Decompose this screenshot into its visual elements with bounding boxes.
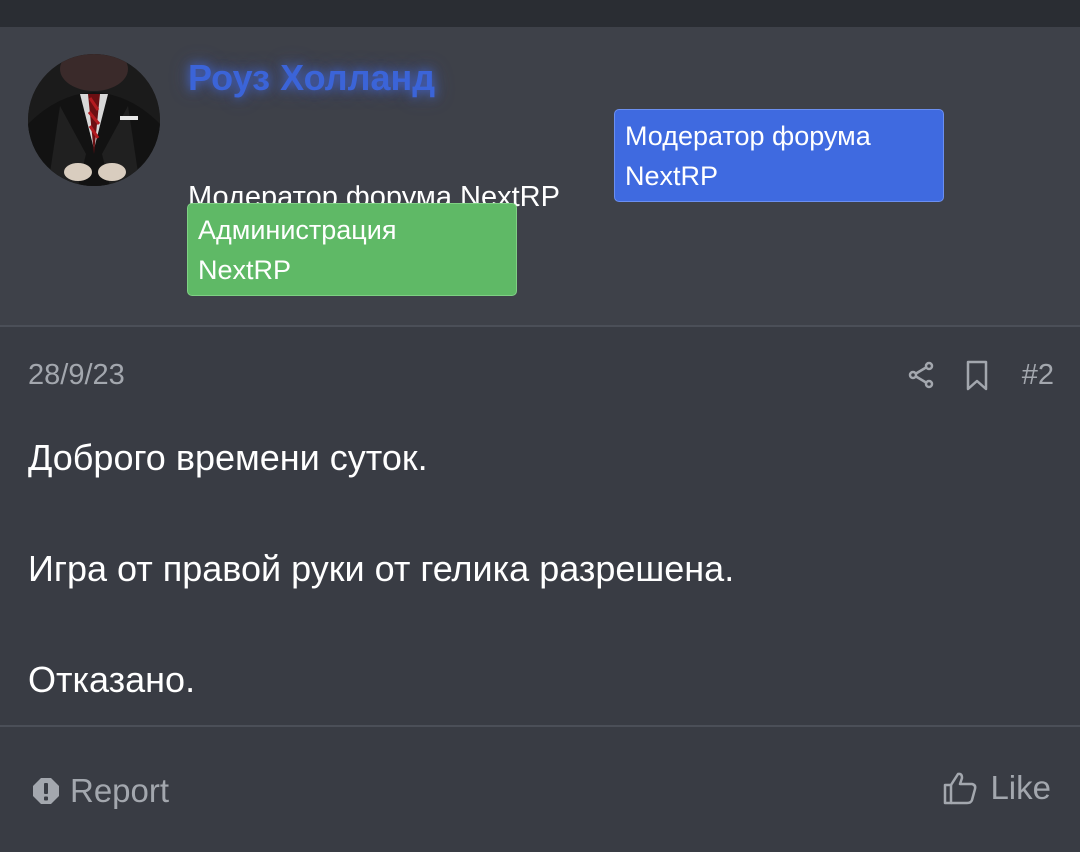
footer-divider — [0, 725, 1080, 727]
post-paragraph: Отказано. — [28, 659, 196, 700]
bookmark-icon[interactable] — [960, 358, 994, 392]
report-label: Report — [70, 772, 170, 809]
post-paragraph: Игра от правой руки от гелика разрешена. — [28, 548, 735, 589]
report-icon — [33, 778, 59, 804]
author-name[interactable]: Роуз Холланд — [188, 57, 435, 99]
avatar[interactable] — [28, 54, 160, 186]
share-icon[interactable] — [904, 358, 938, 392]
post-date[interactable]: 28/9/23 — [28, 359, 125, 392]
banner-label-line2: NextRP — [198, 255, 292, 285]
top-bar — [0, 0, 1080, 27]
post-number[interactable]: #2 — [1022, 359, 1054, 392]
report-button[interactable]: Report — [32, 772, 169, 810]
like-label: Like — [990, 769, 1051, 806]
forum-post: Роуз Холланд Модератор форума NextRP Мод… — [0, 27, 1080, 852]
post-author-block: Роуз Холланд Модератор форума NextRP Мод… — [0, 27, 1080, 327]
banner-label-line2: NextRP — [625, 161, 719, 191]
post-actions: #2 — [904, 357, 1054, 393]
user-banner-moderator: Модератор форума NextRP — [614, 109, 944, 202]
suit-man-avatar-icon — [28, 54, 160, 186]
post-paragraph: Доброго времени суток. — [28, 437, 428, 478]
thumbs-up-icon — [944, 772, 977, 805]
like-button[interactable]: Like — [942, 769, 1051, 807]
user-banner-administration: Администрация NextRP — [187, 203, 517, 296]
post-content: Доброго времени суток. Игра от правой ру… — [28, 431, 1048, 764]
banner-label-line1: Модератор форума — [625, 121, 871, 151]
banner-label-line1: Администрация — [198, 215, 397, 245]
